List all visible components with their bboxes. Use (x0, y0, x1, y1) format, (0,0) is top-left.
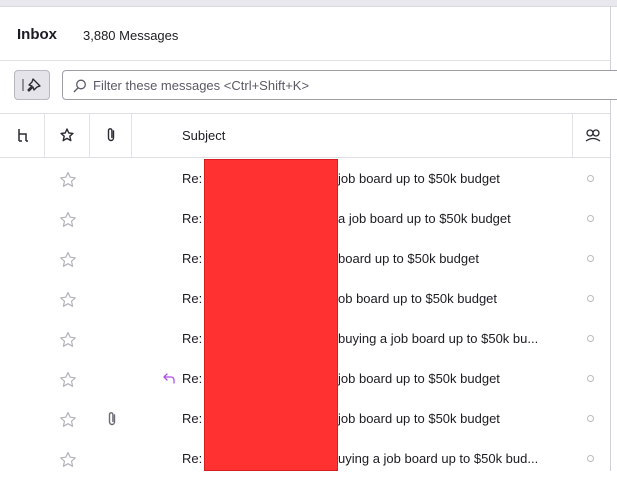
search-icon (73, 79, 86, 93)
column-header: Subject (0, 113, 610, 158)
subject-prefix: Re: (182, 451, 203, 466)
attachment-icon[interactable] (107, 411, 117, 427)
star-icon[interactable] (59, 251, 77, 268)
star-icon (60, 128, 74, 142)
subject-text: job board up to $50k budget (338, 411, 500, 426)
read-status-icon[interactable] (587, 415, 594, 422)
subject-text: a job board up to $50k budget (338, 211, 511, 226)
subject-prefix: Re: (182, 331, 203, 346)
star-icon[interactable] (59, 211, 77, 228)
subject-text: ob board up to $50k budget (338, 291, 498, 306)
star-icon[interactable] (59, 411, 77, 428)
subject-prefix: Re: (182, 411, 203, 426)
thread-icon (18, 129, 28, 142)
subject-column-label: Subject (182, 128, 226, 143)
correspondents-column-header[interactable] (573, 114, 610, 157)
star-icon[interactable] (59, 451, 77, 468)
correspondents-icon (585, 129, 601, 142)
read-status-icon[interactable] (587, 455, 594, 462)
read-status-icon[interactable] (587, 335, 594, 342)
star-icon[interactable] (59, 331, 77, 348)
subject-prefix: Re: (182, 291, 203, 306)
read-status-icon[interactable] (587, 215, 594, 222)
window-top-strip (0, 0, 617, 7)
filter-input[interactable] (93, 76, 593, 94)
read-status-icon[interactable] (587, 295, 594, 302)
reply-icon (163, 373, 175, 384)
subject-prefix: Re: (182, 211, 203, 226)
subject-text: board up to $50k budget (338, 251, 479, 266)
subject-text: uying a job board up to $50k bud... (338, 451, 539, 466)
read-status-icon[interactable] (587, 175, 594, 182)
starred-column-header[interactable] (45, 114, 89, 157)
filter-search-box[interactable] (62, 70, 617, 100)
subject-prefix: Re: (182, 171, 203, 186)
subject-column-header[interactable]: Subject (132, 114, 572, 157)
pin-icon (22, 78, 41, 92)
read-status-icon[interactable] (587, 375, 594, 382)
star-icon[interactable] (59, 171, 77, 188)
attachment-icon (107, 128, 115, 142)
message-count: 3,880 Messages (83, 28, 179, 43)
subject-text: job board up to $50k budget (338, 171, 500, 186)
star-icon[interactable] (59, 291, 77, 308)
folder-header: Inbox 3,880 Messages (0, 7, 610, 60)
subject-prefix: Re: (182, 371, 203, 386)
pin-filter-button[interactable] (14, 70, 50, 100)
quick-filter-bar (0, 60, 617, 113)
subject-text: job board up to $50k budget (338, 371, 500, 386)
thread-column-header[interactable] (0, 114, 44, 157)
star-icon[interactable] (59, 371, 77, 388)
folder-title: Inbox (17, 26, 57, 43)
redaction-box (204, 159, 338, 471)
attachment-column-header[interactable] (90, 114, 131, 157)
subject-text: buying a job board up to $50k bu... (338, 331, 539, 346)
read-status-icon[interactable] (587, 255, 594, 262)
subject-prefix: Re: (182, 251, 203, 266)
